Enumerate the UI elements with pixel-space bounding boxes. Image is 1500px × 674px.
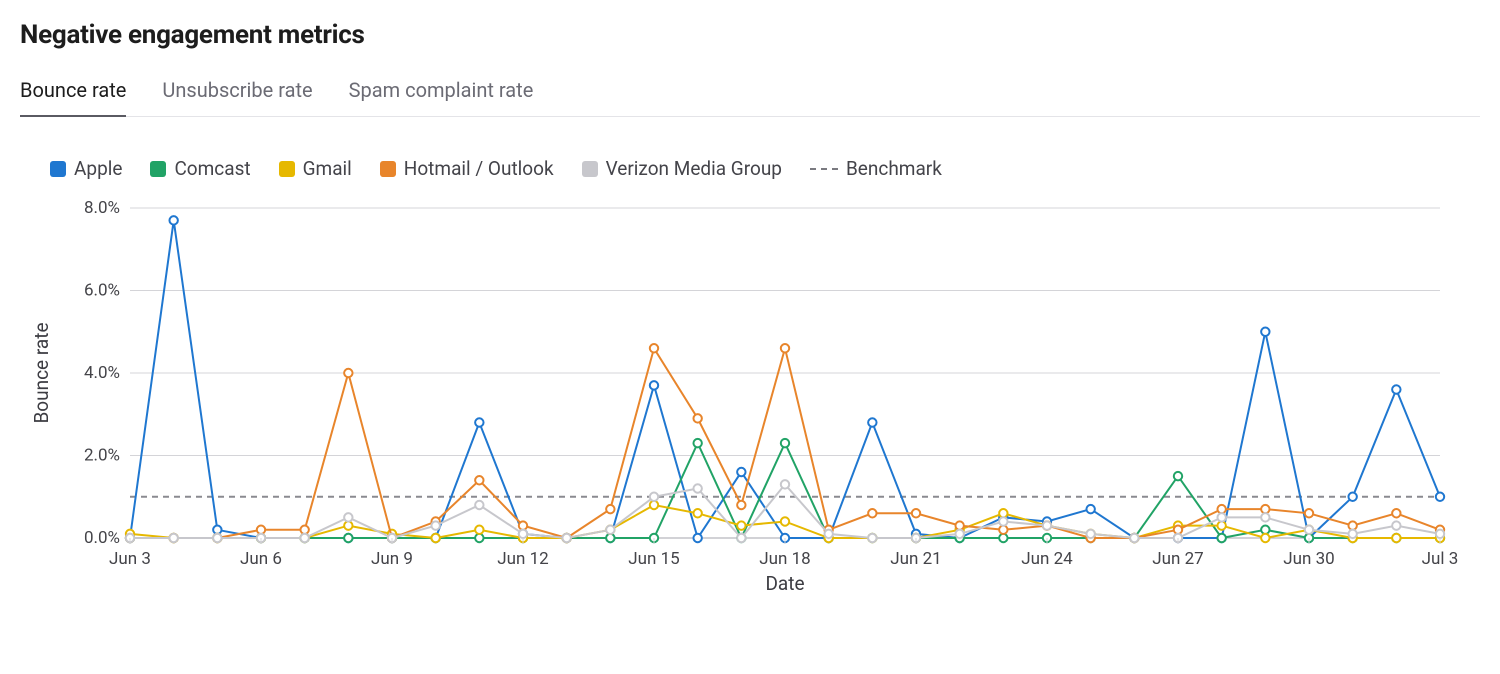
chart-svg: 0.0% 2.0% 4.0% 6.0% 8.0% Jun 3 Jun 6 Jun 9 Jun …: [20, 198, 1460, 598]
tab-unsubscribe[interactable]: Unsubscribe rate: [162, 74, 312, 116]
svg-text:Jun 21: Jun 21: [890, 549, 941, 569]
x-axis-label: Date: [765, 572, 804, 595]
legend-swatch: [50, 161, 66, 177]
legend-label: Hotmail / Outlook: [404, 157, 554, 180]
svg-text:Jun 3: Jun 3: [109, 549, 151, 569]
legend-label: Comcast: [174, 157, 250, 180]
svg-text:Jun 27: Jun 27: [1152, 549, 1203, 569]
legend-item-benchmark[interactable]: Benchmark: [810, 157, 942, 180]
legend-swatch-dashed: [810, 168, 838, 170]
legend-swatch: [380, 161, 396, 177]
legend-item-comcast[interactable]: Comcast: [150, 157, 250, 180]
svg-text:Jun 24: Jun 24: [1021, 549, 1073, 569]
svg-text:2.0%: 2.0%: [84, 446, 120, 466]
chart-series: [126, 216, 1444, 542]
legend-label: Verizon Media Group: [606, 157, 782, 180]
legend-item-gmail[interactable]: Gmail: [279, 157, 352, 180]
svg-text:Jun 15: Jun 15: [628, 549, 679, 569]
legend-swatch: [582, 161, 598, 177]
legend-label: Benchmark: [846, 157, 942, 180]
svg-text:Jun 18: Jun 18: [759, 549, 810, 569]
y-axis: 0.0% 2.0% 4.0% 6.0% 8.0%: [84, 198, 120, 548]
chart-container: { "title": "Negative engagement metrics"…: [0, 0, 1500, 674]
svg-text:Jun 9: Jun 9: [371, 549, 413, 569]
legend-label: Gmail: [303, 157, 352, 180]
svg-text:8.0%: 8.0%: [84, 198, 120, 218]
svg-text:4.0%: 4.0%: [84, 363, 120, 383]
chart-plot-area: 0.0% 2.0% 4.0% 6.0% 8.0% Jun 3 Jun 6 Jun 9 Jun …: [20, 198, 1460, 598]
tab-spam-complaint[interactable]: Spam complaint rate: [349, 74, 534, 116]
page-title: Negative engagement metrics: [20, 20, 1480, 50]
legend-label: Apple: [74, 157, 122, 180]
svg-text:Jun 12: Jun 12: [497, 549, 548, 569]
svg-text:Jul 3: Jul 3: [1422, 549, 1459, 569]
svg-text:0.0%: 0.0%: [84, 528, 120, 548]
legend-item-hotmail[interactable]: Hotmail / Outlook: [380, 157, 554, 180]
y-axis-label: Bounce rate: [30, 322, 53, 423]
metric-tabs: Bounce rate Unsubscribe rate Spam compla…: [20, 74, 1480, 117]
legend-item-verizon[interactable]: Verizon Media Group: [582, 157, 782, 180]
chart-legend: Apple Comcast Gmail Hotmail / Outlook Ve…: [50, 157, 1480, 180]
svg-text:Jun 30: Jun 30: [1283, 549, 1334, 569]
tab-bounce-rate[interactable]: Bounce rate: [20, 74, 126, 116]
legend-swatch: [150, 161, 166, 177]
legend-swatch: [279, 161, 295, 177]
legend-item-apple[interactable]: Apple: [50, 157, 122, 180]
svg-text:Jun 6: Jun 6: [240, 549, 282, 569]
svg-text:6.0%: 6.0%: [84, 281, 120, 301]
